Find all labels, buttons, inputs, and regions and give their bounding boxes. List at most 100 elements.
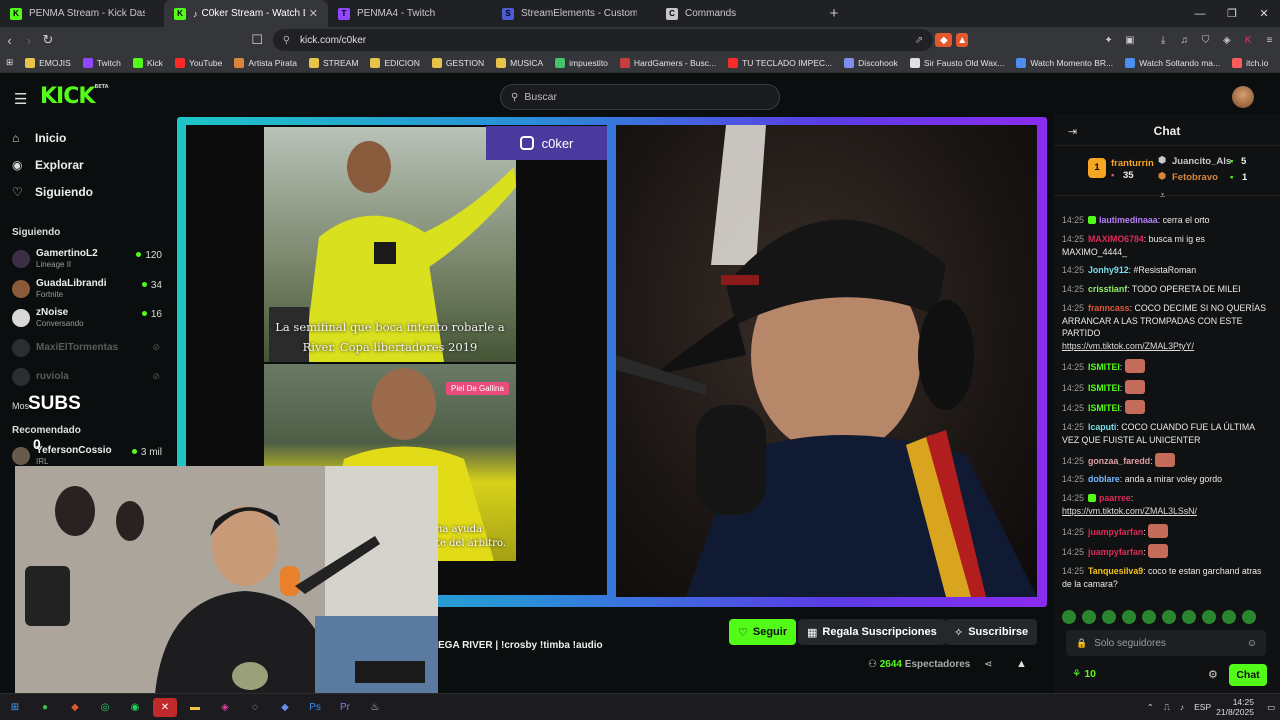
bookmark-item[interactable]: YouTube — [174, 57, 222, 68]
close-window-icon[interactable]: ✕ — [1248, 0, 1280, 27]
follow-button[interactable]: ♡ Seguir — [729, 619, 797, 645]
emote-icon[interactable] — [1162, 610, 1176, 624]
browser-tab[interactable]: S StreamElements - Custom commands — [492, 0, 656, 27]
new-tab-button[interactable]: + — [820, 0, 848, 27]
vpn-icon[interactable]: ⛉ — [1197, 33, 1214, 47]
bookmark-item[interactable]: Twitch — [82, 57, 121, 68]
share-icon[interactable]: ⇗ — [915, 35, 923, 46]
spotify-icon[interactable]: ◉ — [123, 698, 147, 717]
message-user[interactable]: doblare — [1088, 474, 1120, 484]
menu-icon[interactable]: ≡ — [1261, 33, 1278, 47]
message-user[interactable]: lautimedinaaa — [1099, 215, 1158, 225]
bookmark-icon[interactable]: ☐ — [248, 32, 267, 48]
app-icon[interactable]: ✕ — [153, 697, 177, 717]
lang-indicator[interactable]: ESP — [1194, 702, 1211, 712]
start-icon[interactable]: ⊞ — [3, 698, 27, 717]
address-bar[interactable]: ⚲ kick.com/c0ker ⇗ — [272, 29, 934, 51]
back-icon[interactable]: ‹ — [0, 33, 19, 48]
bookmark-item[interactable]: Artista Pirata — [234, 57, 297, 68]
emote-icon[interactable] — [1202, 610, 1216, 624]
followed-channel[interactable]: GuadaLibrandi Fortnite 34 — [12, 277, 162, 303]
message-user[interactable]: lcaputi — [1088, 422, 1116, 432]
whatsapp-icon[interactable]: ◎ — [93, 698, 117, 717]
subscribe-button[interactable]: ✧ Suscribirse — [945, 619, 1038, 645]
nav-inicio[interactable]: ⌂ Inicio — [12, 131, 66, 145]
emote-icon[interactable] — [1142, 610, 1156, 624]
message-user[interactable]: Tanquesilva9 — [1088, 566, 1143, 576]
emote-icon[interactable] — [1182, 610, 1196, 624]
message-user[interactable]: paarree — [1099, 493, 1131, 503]
emote-icon[interactable] — [1242, 610, 1256, 624]
emote-icon[interactable] — [1102, 610, 1116, 624]
bookmark-item[interactable]: itch.io — [1232, 57, 1268, 68]
nav-siguiendo[interactable]: ♡ Siguiendo — [12, 185, 93, 199]
message-link[interactable]: https://vm.tiktok.com/ZMAL3LSsN/ — [1062, 506, 1197, 516]
file-explorer-icon[interactable]: ▬ — [183, 698, 207, 717]
media-icon[interactable]: ♫ — [1176, 33, 1193, 47]
bookmark-item[interactable]: STREAM — [309, 57, 358, 68]
app-icon[interactable]: ◈ — [213, 698, 237, 717]
bookmark-item[interactable]: Watch Momento BR... — [1016, 57, 1113, 68]
followed-channel[interactable]: zNoise Conversando 16 — [12, 306, 162, 332]
browser-tab[interactable]: C Commands — [656, 0, 820, 27]
message-user[interactable]: MAXIMO6784 — [1088, 234, 1144, 244]
steam-icon[interactable]: ♨ — [363, 698, 387, 717]
minimize-icon[interactable]: — — [1184, 0, 1216, 27]
message-link[interactable]: https://vm.tiktok.com/ZMAL3PtyY/ — [1062, 341, 1194, 351]
bookmark-item[interactable]: Watch Soltando ma... — [1125, 57, 1220, 68]
pinned-toggle-icon[interactable]: ⩡ — [1160, 190, 1165, 201]
report-icon[interactable]: ▲ — [1016, 658, 1027, 670]
message-user[interactable]: crisstianf — [1088, 284, 1127, 294]
followed-channel[interactable]: ruviola ⊘ — [12, 365, 162, 391]
message-user[interactable]: ISMITEI — [1088, 362, 1120, 372]
channel-points[interactable]: ⚘ 10 — [1072, 668, 1096, 680]
chat-settings-icon[interactable]: ⚙ — [1208, 668, 1218, 681]
hamburger-menu-icon[interactable]: ☰ — [14, 90, 27, 108]
download-icon[interactable]: ⤓ — [1154, 33, 1171, 47]
emote-icon[interactable] — [1062, 610, 1076, 624]
share-stream-icon[interactable]: ⋖ — [984, 659, 992, 670]
search-input[interactable]: ⚲ Buscar — [500, 84, 780, 110]
gift-subs-button[interactable]: ▦ Regala Suscripciones — [798, 619, 946, 645]
message-user[interactable]: franncass — [1088, 303, 1130, 313]
browser-app-icon[interactable]: ◆ — [63, 698, 87, 717]
bookmark-item[interactable]: MUSICA — [496, 57, 543, 68]
browser-tab[interactable]: K ♪C0ker Stream - Watch Live on Kick✕ — [164, 0, 328, 27]
volume-icon[interactable]: ♪ — [1180, 702, 1184, 712]
browser-tab[interactable]: K PENMA Stream - Kick Dashboard — [0, 0, 164, 27]
user-avatar[interactable] — [1232, 86, 1254, 108]
obs-icon[interactable]: ◌ — [243, 698, 267, 717]
clock[interactable]: 14:25 21/8/2025 — [1216, 697, 1254, 717]
photoshop-icon[interactable]: Ps — [303, 698, 327, 717]
send-chat-button[interactable]: Chat — [1229, 664, 1267, 686]
followed-channel[interactable]: GamertinoL2 Lineage II 120 — [12, 247, 162, 273]
chat-input[interactable]: 🔒 Solo seguidores ☺ — [1066, 630, 1266, 656]
brave-shield-icon[interactable]: ◆ — [935, 33, 953, 47]
browser-tab[interactable]: T PENMA4 - Twitch — [328, 0, 492, 27]
network-icon[interactable]: ⎍ — [1164, 702, 1170, 713]
restore-icon[interactable]: ❐ — [1216, 0, 1248, 27]
bookmark-item[interactable]: HardGamers - Busc... — [619, 57, 716, 68]
bookmark-item[interactable]: TU TECLADO IMPEC... — [728, 57, 832, 68]
site-info-icon[interactable]: ⚲ — [283, 35, 290, 46]
message-user[interactable]: Jonhy912 — [1088, 265, 1129, 275]
emote-icon[interactable] — [1222, 610, 1236, 624]
sidebar-icon[interactable]: ▣ — [1121, 33, 1138, 47]
emote-picker-icon[interactable]: ☺ — [1247, 638, 1257, 649]
message-user[interactable]: ISMITEI — [1088, 383, 1120, 393]
bookmark-item[interactable]: Kick — [132, 57, 163, 68]
premiere-icon[interactable]: Pr — [333, 698, 357, 717]
app-icon[interactable]: ● — [33, 698, 57, 717]
kick-logo[interactable]: KICKBETA — [40, 84, 109, 109]
bookmark-item[interactable]: GESTION — [431, 57, 484, 68]
emote-icon[interactable] — [1122, 610, 1136, 624]
tray-chevron-icon[interactable]: ⌃ — [1147, 702, 1154, 713]
bookmark-item[interactable]: EDICION — [370, 57, 420, 68]
show-more-link[interactable]: Mos — [12, 401, 29, 411]
bookmark-item[interactable]: impuestito — [555, 57, 608, 68]
apps-icon[interactable]: ⊞ — [6, 57, 13, 68]
message-user[interactable]: juampyfarfan — [1088, 527, 1143, 537]
message-user[interactable]: gonzaa_faredd — [1088, 456, 1150, 466]
bookmark-item[interactable]: Sir Fausto Old Wax... — [909, 57, 1004, 68]
tab-close-icon[interactable]: ✕ — [305, 7, 318, 20]
